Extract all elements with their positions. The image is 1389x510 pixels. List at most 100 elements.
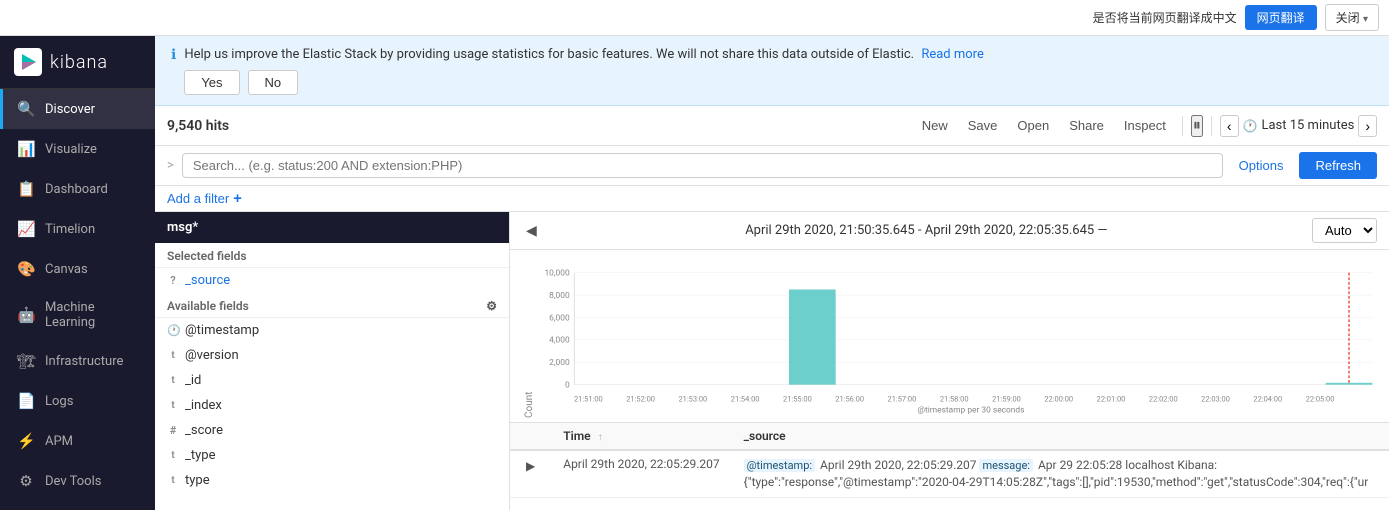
svg-text:0: 0 — [565, 381, 570, 391]
field-item-type[interactable]: t _type — [155, 443, 509, 468]
add-filter-label: Add a filter — [167, 191, 229, 206]
source-type-badge: ? — [167, 274, 179, 287]
field-item-typefield[interactable]: t type — [155, 468, 509, 493]
source-column-header[interactable]: _source — [732, 423, 1389, 450]
sidebar-label-discover: Discover — [45, 102, 95, 117]
options-button[interactable]: Options — [1231, 154, 1292, 177]
results-table: Time ↑ _source ▶ April 29th 2020, 22:05:… — [510, 423, 1389, 510]
svg-text:22:04:00: 22:04:00 — [1253, 395, 1282, 404]
svg-text:21:54:00: 21:54:00 — [731, 395, 760, 404]
translation-close-button[interactable]: 关闭 ▾ — [1325, 4, 1379, 31]
message-field-label: message: — [979, 459, 1033, 472]
search-input-wrap — [182, 153, 1223, 178]
open-button[interactable]: Open — [1009, 114, 1057, 137]
svg-text:10,000: 10,000 — [544, 269, 569, 279]
refresh-button[interactable]: Refresh — [1299, 152, 1377, 179]
chart-container: Count 10,000 8,000 — [510, 250, 1389, 423]
sidebar-item-timelion[interactable]: 📈 Timelion — [0, 209, 155, 249]
search-input[interactable] — [193, 158, 1212, 173]
translation-text: 是否将当前网页翻译成中文 — [1093, 9, 1237, 26]
time-next-button[interactable]: › — [1358, 115, 1377, 137]
sidebar: kibana 🔍 Discover 📊 Visualize 📋 Dashboar… — [0, 36, 155, 510]
infrastructure-icon: 🏗 — [17, 352, 35, 370]
field-item-version[interactable]: t @version — [155, 343, 509, 368]
field-item-id[interactable]: t _id — [155, 368, 509, 393]
sidebar-label-logs: Logs — [45, 394, 73, 409]
toolbar-actions: New Save Open Share Inspect ⏸ ‹ 🕐 Last 1… — [914, 114, 1377, 137]
inspect-button[interactable]: Inspect — [1116, 114, 1174, 137]
sidebar-item-discover[interactable]: 🔍 Discover — [0, 89, 155, 129]
visualize-icon: 📊 — [17, 140, 35, 158]
gear-icon[interactable]: ⚙ — [486, 299, 497, 313]
banner-text: Help us improve the Elastic Stack by pro… — [184, 47, 914, 62]
selected-fields-section: Selected fields — [155, 243, 509, 268]
info-banner: ℹ Help us improve the Elastic Stack by p… — [155, 36, 1389, 106]
sidebar-item-monitoring[interactable]: 👁 Monitoring — [0, 501, 155, 510]
collapse-button[interactable]: ◀ — [522, 220, 541, 241]
source-field-label: @timestamp: — [744, 459, 815, 472]
filter-bar: Add a filter + — [155, 186, 1389, 212]
clock-icon: 🕐 — [1243, 119, 1258, 133]
translate-button[interactable]: 网页翻译 — [1245, 5, 1317, 30]
field-list-title: msg* — [167, 220, 198, 235]
svg-text:8,000: 8,000 — [549, 291, 570, 301]
index-type-badge: t — [167, 400, 179, 411]
row-time: April 29th 2020, 22:05:29.207 — [551, 450, 731, 497]
index-field-name: _index — [185, 398, 222, 413]
sidebar-item-visualize[interactable]: 📊 Visualize — [0, 129, 155, 169]
field-item-index[interactable]: t _index — [155, 393, 509, 418]
no-button[interactable]: No — [248, 70, 299, 95]
sidebar-item-logs[interactable]: 📄 Logs — [0, 381, 155, 421]
svg-text:4,000: 4,000 — [549, 336, 570, 346]
read-more-link[interactable]: Read more — [921, 47, 984, 62]
timestamp-field-name: @timestamp — [185, 323, 259, 338]
field-item-timestamp[interactable]: 🕐 @timestamp — [155, 318, 509, 343]
id-field-name: _id — [185, 373, 201, 388]
plus-icon: + — [233, 190, 242, 207]
kibana-logo-icon — [14, 48, 42, 76]
available-fields-section: Available fields ⚙ — [155, 293, 509, 318]
svg-text:21:56:00: 21:56:00 — [835, 395, 864, 404]
yes-button[interactable]: Yes — [184, 70, 239, 95]
translation-bar: 是否将当前网页翻译成中文 网页翻译 关闭 ▾ — [0, 0, 1389, 36]
source-field-item[interactable]: ? _source — [155, 268, 509, 293]
svg-text:22:05:00: 22:05:00 — [1306, 395, 1335, 404]
sidebar-item-canvas[interactable]: 🎨 Canvas — [0, 249, 155, 289]
sidebar-item-apm[interactable]: ⚡ APM — [0, 421, 155, 461]
y-axis-label: Count — [522, 258, 537, 418]
sidebar-item-dashboard[interactable]: 📋 Dashboard — [0, 169, 155, 209]
new-button[interactable]: New — [914, 114, 956, 137]
add-filter-button[interactable]: Add a filter + — [167, 190, 242, 207]
sidebar-item-infrastructure[interactable]: 🏗 Infrastructure — [0, 341, 155, 381]
share-button[interactable]: Share — [1061, 114, 1112, 137]
svg-text:21:51:00: 21:51:00 — [574, 395, 603, 404]
last-time-label: Last 15 minutes — [1261, 118, 1354, 133]
sidebar-label-infrastructure: Infrastructure — [45, 354, 123, 369]
field-list-panel: msg* Selected fields ? _source Available… — [155, 212, 510, 510]
pause-button[interactable]: ⏸ — [1191, 115, 1203, 137]
divider — [1182, 116, 1183, 136]
time-column-header[interactable]: Time ↑ — [551, 423, 731, 450]
sidebar-item-devtools[interactable]: ⚙ Dev Tools — [0, 461, 155, 501]
sidebar-item-ml[interactable]: 🤖 Machine Learning — [0, 289, 155, 341]
time-prev-button[interactable]: ‹ — [1220, 115, 1239, 137]
search-bar: > Options Refresh — [155, 146, 1389, 186]
save-button[interactable]: Save — [960, 114, 1006, 137]
chart-svg: 10,000 8,000 6,000 4,000 2,000 0 — [537, 258, 1377, 418]
date-bar: ◀ April 29th 2020, 21:50:35.645 - April … — [510, 212, 1389, 250]
discover-icon: 🔍 — [17, 100, 35, 118]
devtools-icon: ⚙ — [17, 472, 35, 490]
svg-text:22:02:00: 22:02:00 — [1149, 395, 1178, 404]
type-type-badge: t — [167, 450, 179, 461]
svg-text:21:52:00: 21:52:00 — [626, 395, 655, 404]
typefield-field-name: type — [185, 473, 210, 488]
svg-text:22:03:00: 22:03:00 — [1201, 395, 1230, 404]
score-type-badge: # — [167, 424, 179, 437]
expand-row-button[interactable]: ▶ — [522, 457, 539, 475]
field-item-score[interactable]: # _score — [155, 418, 509, 443]
sidebar-label-visualize: Visualize — [45, 142, 97, 157]
field-list-header: msg* — [155, 212, 509, 243]
typefield-type-badge: t — [167, 475, 179, 486]
auto-dropdown[interactable]: Auto 1s 10s 30s 1m — [1312, 218, 1377, 243]
search-prompt: > — [167, 158, 174, 173]
